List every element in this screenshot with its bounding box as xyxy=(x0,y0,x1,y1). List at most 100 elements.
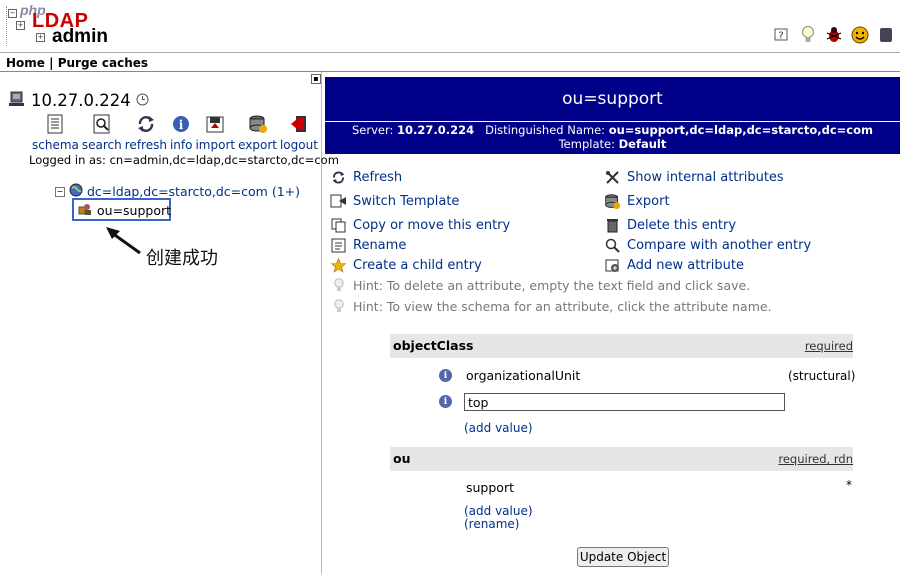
ou-rename-link[interactable]: (rename) xyxy=(464,517,519,531)
svg-text:?: ? xyxy=(778,31,783,42)
export-icon xyxy=(604,193,621,210)
export-label: export xyxy=(238,138,277,152)
help-icon[interactable]: ? xyxy=(772,25,792,45)
delete-action[interactable]: Delete this entry xyxy=(604,217,736,234)
star-icon xyxy=(330,257,347,274)
lightbulb-icon[interactable] xyxy=(798,25,818,45)
objectclass-value-2-input[interactable] xyxy=(464,393,785,411)
schema-tool[interactable]: schema xyxy=(32,113,79,152)
create-child-action[interactable]: Create a child entry xyxy=(330,257,482,274)
info-tool[interactable]: i info xyxy=(170,113,192,152)
header-divider xyxy=(0,52,900,53)
export-icon xyxy=(247,113,269,135)
rename-link[interactable]: Rename xyxy=(353,238,406,253)
delete-link[interactable]: Delete this entry xyxy=(627,218,736,233)
export-link[interactable]: Export xyxy=(627,194,670,209)
export-action[interactable]: Export xyxy=(604,193,670,210)
refresh-action[interactable]: Refresh xyxy=(330,169,402,186)
home-link[interactable]: Home xyxy=(6,56,45,70)
server-header: 10.27.0.224 xyxy=(8,90,149,111)
tree-root-link[interactable]: dc=ldap,dc=starcto,dc=com (1+) xyxy=(87,184,300,199)
copy-move-link[interactable]: Copy or move this entry xyxy=(353,218,510,233)
import-tool[interactable]: import xyxy=(195,113,235,152)
create-child-link[interactable]: Create a child entry xyxy=(353,258,482,273)
logout-label: logout xyxy=(279,138,318,152)
copy-move-action[interactable]: Copy or move this entry xyxy=(330,217,510,234)
compare-link[interactable]: Compare with another entry xyxy=(627,238,811,253)
top-icon-bar: ? xyxy=(772,22,896,48)
template-value: Default xyxy=(618,136,667,151)
ou-add-value-link[interactable]: (add value) xyxy=(464,504,533,518)
add-attribute-link[interactable]: Add new attribute xyxy=(627,258,744,273)
entry-title: ou=support xyxy=(325,77,900,121)
show-internal-action[interactable]: Show internal attributes xyxy=(604,169,784,186)
ou-icon xyxy=(78,202,92,219)
svg-text:i: i xyxy=(179,118,184,132)
clock-icon[interactable] xyxy=(136,93,149,109)
search-tool[interactable]: search xyxy=(82,113,122,152)
tree-child-link[interactable]: ou=support xyxy=(97,203,171,218)
import-icon xyxy=(204,113,226,135)
info-icon[interactable]: i xyxy=(439,369,452,382)
tools-icon xyxy=(604,169,621,186)
rename-action[interactable]: Rename xyxy=(330,237,406,254)
refresh-tool[interactable]: refresh xyxy=(125,113,167,152)
compare-icon xyxy=(604,237,621,254)
menu-separator: | xyxy=(49,56,54,70)
add-attribute-action[interactable]: Add new attribute xyxy=(604,257,744,274)
refresh-label: refresh xyxy=(124,138,167,152)
template-label: Template: xyxy=(558,136,615,151)
bug-icon[interactable] xyxy=(824,25,844,45)
dn-value: ou=support,dc=ldap,dc=starcto,dc=com xyxy=(608,123,874,137)
logged-in-text: Logged in as: cn=admin,dc=ldap,dc=starct… xyxy=(29,153,339,167)
server-label: Server: xyxy=(351,123,394,137)
phpldapadmin-logo[interactable]: − + + php LDAP admin xyxy=(6,2,108,47)
collapse-icon[interactable]: − xyxy=(55,186,65,197)
export-tool[interactable]: export xyxy=(238,113,277,152)
logo-box-icon: − xyxy=(8,9,17,18)
copy-icon xyxy=(330,217,347,234)
server-name[interactable]: 10.27.0.224 xyxy=(31,91,131,110)
logo-box-icon: + xyxy=(36,33,45,42)
hint-schema: Hint: To view the schema for an attribut… xyxy=(330,298,772,315)
server-toolbar: schema search refresh i info import expo… xyxy=(32,113,321,152)
show-internal-link[interactable]: Show internal attributes xyxy=(627,170,784,185)
search-icon xyxy=(91,113,113,135)
rdn-marker: * xyxy=(846,478,852,492)
smiley-icon[interactable] xyxy=(850,25,870,45)
tree-child-node[interactable]: ou=support xyxy=(78,202,171,219)
info-icon[interactable]: i xyxy=(439,395,452,408)
objectclass-attr-name[interactable]: objectClass xyxy=(393,338,473,353)
donate-icon[interactable] xyxy=(876,25,896,45)
ou-attr-name[interactable]: ou xyxy=(393,451,411,466)
purge-caches-link[interactable]: Purge caches xyxy=(58,56,148,70)
logout-tool[interactable]: logout xyxy=(280,113,318,152)
logo-admin-text: admin xyxy=(52,26,108,47)
hint-schema-text: Hint: To view the schema for an attribut… xyxy=(353,299,772,314)
schema-label: schema xyxy=(32,138,79,152)
refresh-icon xyxy=(135,113,157,135)
collapse-pane-icon[interactable]: ▪ xyxy=(311,74,321,84)
objectclass-add-value-link[interactable]: (add value) xyxy=(464,421,533,435)
objectclass-header: objectClass required xyxy=(390,334,853,358)
ou-required: required, rdn xyxy=(778,452,853,466)
refresh-link[interactable]: Refresh xyxy=(353,170,402,185)
compare-action[interactable]: Compare with another entry xyxy=(604,237,811,254)
server-value: 10.27.0.224 xyxy=(397,123,475,137)
ou-value: support xyxy=(466,480,514,495)
schema-icon xyxy=(44,113,66,135)
info-icon: i xyxy=(170,113,192,135)
switch-template-link[interactable]: Switch Template xyxy=(353,194,459,209)
refresh-icon xyxy=(330,169,347,186)
switch-icon xyxy=(330,193,347,210)
hint-delete: Hint: To delete an attribute, empty the … xyxy=(330,277,750,294)
objectclass-value-1: organizationalUnit xyxy=(466,368,581,383)
import-label: import xyxy=(195,138,236,152)
switch-template-action[interactable]: Switch Template xyxy=(330,193,459,210)
update-object-button[interactable]: Update Object xyxy=(577,547,669,567)
hint-delete-text: Hint: To delete an attribute, empty the … xyxy=(353,278,751,293)
structural-label[interactable]: (structural) xyxy=(788,369,855,383)
server-icon xyxy=(8,90,26,111)
trash-icon xyxy=(604,217,621,234)
ou-header: ou required, rdn xyxy=(390,447,853,471)
